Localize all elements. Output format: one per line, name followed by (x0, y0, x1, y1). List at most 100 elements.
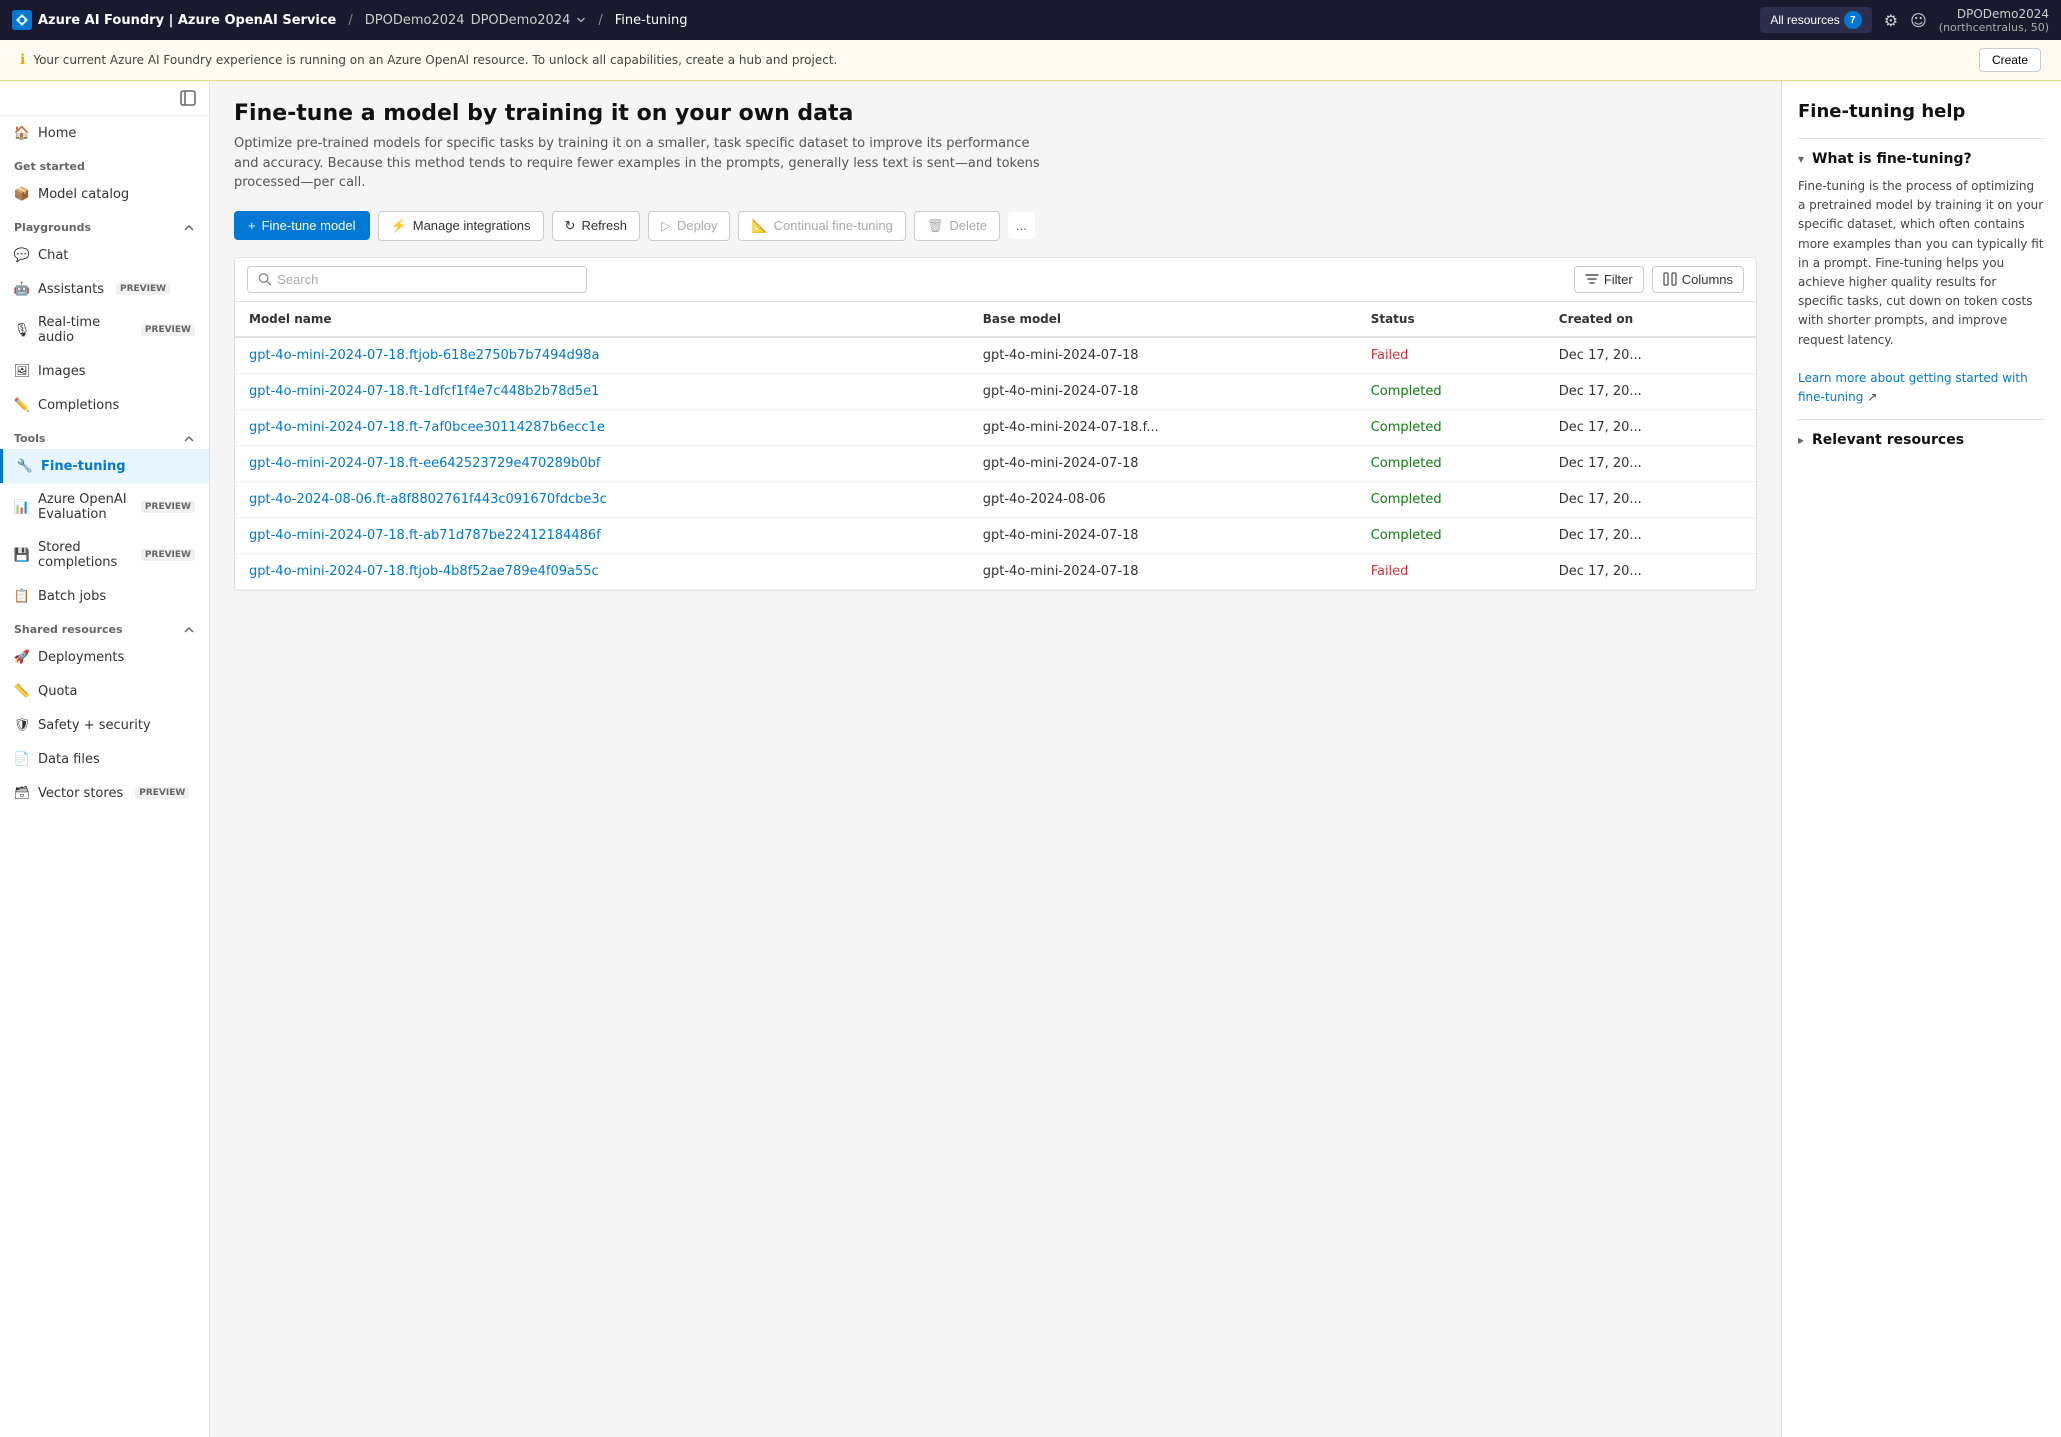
completions-icon: ✏️ (14, 397, 30, 413)
table-row: gpt-4o-mini-2024-07-18.ft-1dfcf1f4e7c448… (235, 373, 1756, 409)
sidebar-item-stored-completions[interactable]: 💾 Stored completions PREVIEW (0, 531, 209, 579)
sidebar-toggle[interactable] (0, 81, 209, 116)
user-info[interactable]: DPODemo2024 (northcentralus, 50) (1939, 7, 2049, 34)
sidebar-group-playgrounds[interactable]: Playgrounds (0, 211, 209, 238)
sidebar-group-tools[interactable]: Tools (0, 422, 209, 449)
search-input[interactable] (277, 272, 576, 287)
sidebar-item-home[interactable]: 🏠 Home (0, 116, 209, 150)
safety-icon: 🛡 (14, 717, 30, 733)
status-cell: Completed (1357, 373, 1545, 409)
vector-stores-preview-badge: PREVIEW (135, 787, 189, 799)
search-icon (258, 272, 271, 286)
base-model-cell: gpt-4o-mini-2024-07-18 (969, 553, 1357, 589)
created-on-cell: Dec 17, 20... (1545, 409, 1756, 445)
breadcrumb-current: Fine-tuning (615, 13, 688, 28)
model-name-link[interactable]: gpt-4o-mini-2024-07-18.ft-7af0bcee301142… (249, 420, 605, 435)
sidebar-item-deployments[interactable]: 🚀 Deployments (0, 640, 209, 674)
model-name-link[interactable]: gpt-4o-mini-2024-07-18.ft-1dfcf1f4e7c448… (249, 384, 599, 399)
base-model-cell: gpt-4o-mini-2024-07-18.f... (969, 409, 1357, 445)
topbar: Azure AI Foundry | Azure OpenAI Service … (0, 0, 2061, 40)
banner-message: Your current Azure AI Foundry experience… (33, 53, 837, 67)
sidebar-item-batch-jobs[interactable]: 📋 Batch jobs (0, 579, 209, 613)
filter-button[interactable]: Filter (1574, 266, 1644, 293)
toolbar: + Fine-tune model ⚡ Manage integrations … (234, 211, 1757, 241)
fine-tune-label: Fine-tune model (262, 218, 356, 233)
chat-icon: 💬 (14, 247, 30, 263)
data-files-icon: 📄 (14, 751, 30, 767)
more-button[interactable]: ... (1008, 212, 1035, 239)
what-is-title: What is fine-tuning? (1812, 151, 1972, 167)
search-right-controls: Filter Columns (1574, 266, 1744, 293)
refresh-button[interactable]: ↻ Refresh (552, 211, 640, 241)
shared-resources-group-label: Shared resources (14, 623, 123, 636)
continual-icon: 📐 (751, 218, 767, 234)
manage-integrations-button[interactable]: ⚡ Manage integrations (378, 211, 544, 241)
model-name-link[interactable]: gpt-4o-mini-2024-07-18.ftjob-4b8f52ae789… (249, 564, 599, 579)
sidebar-label-images: Images (38, 364, 86, 379)
delete-icon: 🗑 (927, 218, 944, 234)
continual-label: Continual fine-tuning (774, 218, 893, 233)
table-row: gpt-4o-mini-2024-07-18.ftjob-618e2750b7b… (235, 337, 1756, 374)
sidebar-item-data-files[interactable]: 📄 Data files (0, 742, 209, 776)
sidebar-item-assistants[interactable]: 🤖 Assistants PREVIEW (0, 272, 209, 306)
breadcrumb: DPODemo2024 DPODemo2024 (365, 13, 587, 28)
base-model-cell: gpt-4o-mini-2024-07-18 (969, 517, 1357, 553)
batch-jobs-icon: 📋 (14, 588, 30, 604)
what-is-text: Fine-tuning is the process of optimizing… (1798, 179, 2044, 347)
base-model-cell: gpt-4o-mini-2024-07-18 (969, 445, 1357, 481)
all-resources-button[interactable]: All resources 7 (1760, 7, 1871, 33)
model-name-link[interactable]: gpt-4o-mini-2024-07-18.ft-ee642523729e47… (249, 456, 601, 471)
chevron-down-icon: ▾ (1798, 152, 1804, 166)
sidebar-item-realtime-audio[interactable]: 🎙 Real-time audio PREVIEW (0, 306, 209, 354)
page-title: Fine-tune a model by training it on your… (234, 101, 1757, 126)
get-started-label: Get started (14, 160, 85, 173)
columns-label: Columns (1682, 272, 1733, 287)
realtime-icon: 🎙 (14, 322, 30, 338)
model-name-link[interactable]: gpt-4o-mini-2024-07-18.ftjob-618e2750b7b… (249, 348, 599, 363)
sidebar-item-model-catalog[interactable]: 📦 Model catalog (0, 177, 209, 211)
learn-more-link[interactable]: Learn more about getting started with fi… (1798, 371, 2028, 404)
banner-create-button[interactable]: Create (1979, 48, 2041, 72)
right-panel: Fine-tuning help ▾ What is fine-tuning? … (1781, 81, 2061, 1437)
sidebar-group-shared-resources[interactable]: Shared resources (0, 613, 209, 640)
sidebar-label-deployments: Deployments (38, 650, 124, 665)
sidebar-item-chat[interactable]: 💬 Chat (0, 238, 209, 272)
columns-button[interactable]: Columns (1652, 266, 1744, 293)
chevron-right-icon: ▸ (1798, 433, 1804, 447)
delete-button[interactable]: 🗑 Delete (914, 211, 1000, 241)
manage-integrations-label: Manage integrations (413, 218, 531, 233)
sidebar-item-images[interactable]: 🖼 Images (0, 354, 209, 388)
sidebar-item-azure-openai-eval[interactable]: 📊 Azure OpenAI Evaluation PREVIEW (0, 483, 209, 531)
deploy-button[interactable]: ▷ Deploy (648, 211, 730, 241)
sidebar-item-completions[interactable]: ✏️ Completions (0, 388, 209, 422)
sidebar-label-fine-tuning: Fine-tuning (41, 459, 126, 474)
base-model-cell: gpt-4o-2024-08-06 (969, 481, 1357, 517)
base-model-cell: gpt-4o-mini-2024-07-18 (969, 373, 1357, 409)
fine-tune-model-button[interactable]: + Fine-tune model (234, 211, 370, 240)
resources-label: All resources (1770, 13, 1839, 27)
relevant-resources-section[interactable]: ▸ Relevant resources (1798, 419, 2045, 460)
refresh-label: Refresh (581, 218, 627, 233)
deployments-icon: 🚀 (14, 649, 30, 665)
model-name-link[interactable]: gpt-4o-mini-2024-07-18.ft-ab71d787be2241… (249, 528, 601, 543)
realtime-preview-badge: PREVIEW (141, 324, 195, 336)
breadcrumb-middle[interactable]: DPODemo2024 (365, 13, 465, 28)
status-cell: Completed (1357, 409, 1545, 445)
topbar-right: All resources 7 ⚙ ☺ DPODemo2024 (northce… (1760, 7, 2049, 34)
model-catalog-icon: 📦 (14, 186, 30, 202)
sidebar-label-assistants: Assistants (38, 282, 104, 297)
settings-icon[interactable]: ⚙ (1884, 11, 1898, 30)
sidebar-item-quota[interactable]: 📏 Quota (0, 674, 209, 708)
continual-fine-tuning-button[interactable]: 📐 Continual fine-tuning (738, 211, 905, 241)
what-is-section-header[interactable]: ▾ What is fine-tuning? (1798, 151, 2045, 167)
breadcrumb-sep2: / (598, 13, 602, 28)
model-name-link[interactable]: gpt-4o-2024-08-06.ft-a8f8802761f443c0916… (249, 492, 607, 507)
created-on-cell: Dec 17, 20... (1545, 337, 1756, 374)
sidebar-item-vector-stores[interactable]: 🗃 Vector stores PREVIEW (0, 776, 209, 810)
sidebar: 🏠 Home Get started 📦 Model catalog Playg… (0, 81, 210, 1437)
help-icon[interactable]: ☺ (1910, 11, 1927, 30)
sidebar-item-safety-security[interactable]: 🛡 Safety + security (0, 708, 209, 742)
status-cell: Failed (1357, 553, 1545, 589)
sidebar-item-fine-tuning[interactable]: 🔧 Fine-tuning (0, 449, 209, 483)
sidebar-label-safety: Safety + security (38, 718, 151, 733)
